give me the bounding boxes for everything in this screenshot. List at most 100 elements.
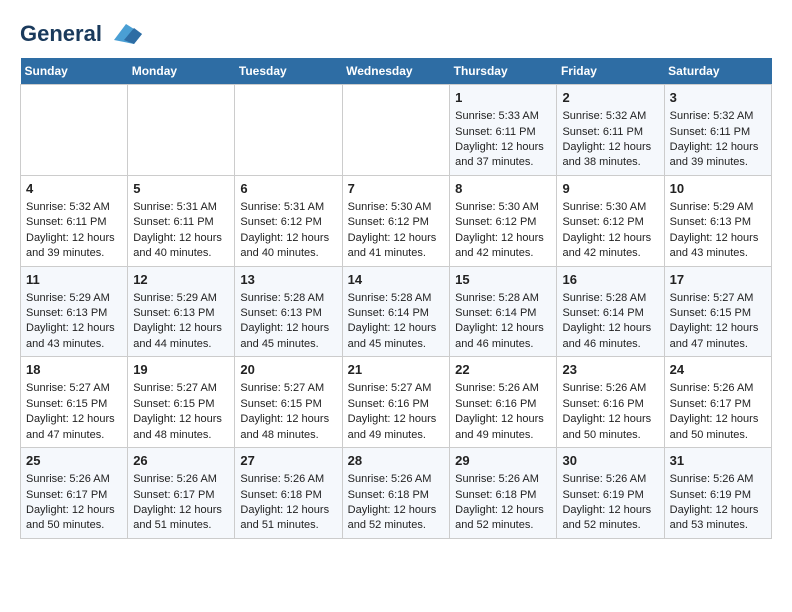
daylight-label: Daylight: 12 hours and 49 minutes.: [348, 413, 437, 440]
day-number: 27: [240, 452, 336, 470]
calendar-cell: 22 Sunrise: 5:26 AM Sunset: 6:16 PM Dayl…: [450, 357, 557, 448]
calendar-cell: 19 Sunrise: 5:27 AM Sunset: 6:15 PM Dayl…: [128, 357, 235, 448]
daylight-label: Daylight: 12 hours and 49 minutes.: [455, 413, 544, 440]
calendar-cell: 1 Sunrise: 5:33 AM Sunset: 6:11 PM Dayli…: [450, 85, 557, 176]
calendar-cell: 9 Sunrise: 5:30 AM Sunset: 6:12 PM Dayli…: [557, 175, 664, 266]
sunset-label: Sunset: 6:18 PM: [240, 489, 321, 501]
sunrise-label: Sunrise: 5:26 AM: [348, 473, 432, 485]
sunrise-label: Sunrise: 5:31 AM: [240, 201, 324, 213]
calendar-cell: 26 Sunrise: 5:26 AM Sunset: 6:17 PM Dayl…: [128, 448, 235, 539]
sunrise-label: Sunrise: 5:28 AM: [348, 292, 432, 304]
page-header: General: [20, 20, 772, 48]
daylight-label: Daylight: 12 hours and 50 minutes.: [26, 504, 115, 531]
daylight-label: Daylight: 12 hours and 48 minutes.: [133, 413, 222, 440]
sunset-label: Sunset: 6:12 PM: [348, 216, 429, 228]
calendar-cell: [235, 85, 342, 176]
calendar-table: SundayMondayTuesdayWednesdayThursdayFrid…: [20, 58, 772, 539]
daylight-label: Daylight: 12 hours and 41 minutes.: [348, 232, 437, 259]
sunset-label: Sunset: 6:15 PM: [26, 398, 107, 410]
sunset-label: Sunset: 6:17 PM: [133, 489, 214, 501]
calendar-cell: 17 Sunrise: 5:27 AM Sunset: 6:15 PM Dayl…: [664, 266, 771, 357]
header-thursday: Thursday: [450, 58, 557, 85]
day-number: 29: [455, 452, 551, 470]
day-number: 7: [348, 180, 445, 198]
daylight-label: Daylight: 12 hours and 51 minutes.: [133, 504, 222, 531]
sunrise-label: Sunrise: 5:28 AM: [455, 292, 539, 304]
day-number: 19: [133, 361, 229, 379]
calendar-cell: 3 Sunrise: 5:32 AM Sunset: 6:11 PM Dayli…: [664, 85, 771, 176]
calendar-cell: 5 Sunrise: 5:31 AM Sunset: 6:11 PM Dayli…: [128, 175, 235, 266]
sunset-label: Sunset: 6:17 PM: [670, 398, 751, 410]
sunset-label: Sunset: 6:11 PM: [562, 126, 643, 138]
sunset-label: Sunset: 6:11 PM: [455, 126, 536, 138]
daylight-label: Daylight: 12 hours and 46 minutes.: [562, 322, 651, 349]
daylight-label: Daylight: 12 hours and 52 minutes.: [562, 504, 651, 531]
day-number: 24: [670, 361, 766, 379]
daylight-label: Daylight: 12 hours and 45 minutes.: [240, 322, 329, 349]
day-number: 28: [348, 452, 445, 470]
calendar-cell: 18 Sunrise: 5:27 AM Sunset: 6:15 PM Dayl…: [21, 357, 128, 448]
sunrise-label: Sunrise: 5:26 AM: [133, 473, 217, 485]
sunset-label: Sunset: 6:13 PM: [240, 307, 321, 319]
calendar-cell: [128, 85, 235, 176]
calendar-cell: 4 Sunrise: 5:32 AM Sunset: 6:11 PM Dayli…: [21, 175, 128, 266]
calendar-cell: 25 Sunrise: 5:26 AM Sunset: 6:17 PM Dayl…: [21, 448, 128, 539]
sunset-label: Sunset: 6:18 PM: [348, 489, 429, 501]
sunrise-label: Sunrise: 5:26 AM: [455, 382, 539, 394]
sunrise-label: Sunrise: 5:28 AM: [240, 292, 324, 304]
sunrise-label: Sunrise: 5:26 AM: [26, 473, 110, 485]
calendar-cell: [342, 85, 450, 176]
daylight-label: Daylight: 12 hours and 52 minutes.: [455, 504, 544, 531]
sunrise-label: Sunrise: 5:30 AM: [348, 201, 432, 213]
day-number: 2: [562, 89, 658, 107]
sunrise-label: Sunrise: 5:26 AM: [240, 473, 324, 485]
calendar-cell: 15 Sunrise: 5:28 AM Sunset: 6:14 PM Dayl…: [450, 266, 557, 357]
header-tuesday: Tuesday: [235, 58, 342, 85]
day-number: 8: [455, 180, 551, 198]
sunset-label: Sunset: 6:14 PM: [455, 307, 536, 319]
sunset-label: Sunset: 6:15 PM: [133, 398, 214, 410]
daylight-label: Daylight: 12 hours and 47 minutes.: [670, 322, 759, 349]
sunset-label: Sunset: 6:16 PM: [455, 398, 536, 410]
daylight-label: Daylight: 12 hours and 39 minutes.: [26, 232, 115, 259]
day-number: 14: [348, 271, 445, 289]
sunrise-label: Sunrise: 5:26 AM: [670, 382, 754, 394]
sunrise-label: Sunrise: 5:30 AM: [455, 201, 539, 213]
sunset-label: Sunset: 6:11 PM: [133, 216, 214, 228]
week-row-2: 4 Sunrise: 5:32 AM Sunset: 6:11 PM Dayli…: [21, 175, 772, 266]
sunrise-label: Sunrise: 5:30 AM: [562, 201, 646, 213]
sunset-label: Sunset: 6:19 PM: [670, 489, 751, 501]
daylight-label: Daylight: 12 hours and 46 minutes.: [455, 322, 544, 349]
sunset-label: Sunset: 6:14 PM: [348, 307, 429, 319]
calendar-cell: 14 Sunrise: 5:28 AM Sunset: 6:14 PM Dayl…: [342, 266, 450, 357]
sunset-label: Sunset: 6:12 PM: [562, 216, 643, 228]
day-number: 21: [348, 361, 445, 379]
day-number: 10: [670, 180, 766, 198]
calendar-cell: 23 Sunrise: 5:26 AM Sunset: 6:16 PM Dayl…: [557, 357, 664, 448]
sunset-label: Sunset: 6:15 PM: [240, 398, 321, 410]
sunset-label: Sunset: 6:11 PM: [670, 126, 751, 138]
day-number: 20: [240, 361, 336, 379]
calendar-cell: 11 Sunrise: 5:29 AM Sunset: 6:13 PM Dayl…: [21, 266, 128, 357]
sunset-label: Sunset: 6:12 PM: [455, 216, 536, 228]
daylight-label: Daylight: 12 hours and 40 minutes.: [240, 232, 329, 259]
calendar-cell: 21 Sunrise: 5:27 AM Sunset: 6:16 PM Dayl…: [342, 357, 450, 448]
sunrise-label: Sunrise: 5:26 AM: [670, 473, 754, 485]
logo-icon: [106, 20, 142, 48]
day-number: 3: [670, 89, 766, 107]
calendar-cell: 12 Sunrise: 5:29 AM Sunset: 6:13 PM Dayl…: [128, 266, 235, 357]
calendar-cell: 28 Sunrise: 5:26 AM Sunset: 6:18 PM Dayl…: [342, 448, 450, 539]
sunset-label: Sunset: 6:14 PM: [562, 307, 643, 319]
calendar-cell: 13 Sunrise: 5:28 AM Sunset: 6:13 PM Dayl…: [235, 266, 342, 357]
header-sunday: Sunday: [21, 58, 128, 85]
day-number: 5: [133, 180, 229, 198]
header-monday: Monday: [128, 58, 235, 85]
week-row-5: 25 Sunrise: 5:26 AM Sunset: 6:17 PM Dayl…: [21, 448, 772, 539]
week-row-1: 1 Sunrise: 5:33 AM Sunset: 6:11 PM Dayli…: [21, 85, 772, 176]
day-number: 4: [26, 180, 122, 198]
day-number: 23: [562, 361, 658, 379]
calendar-cell: 8 Sunrise: 5:30 AM Sunset: 6:12 PM Dayli…: [450, 175, 557, 266]
calendar-cell: 31 Sunrise: 5:26 AM Sunset: 6:19 PM Dayl…: [664, 448, 771, 539]
calendar-cell: 2 Sunrise: 5:32 AM Sunset: 6:11 PM Dayli…: [557, 85, 664, 176]
day-number: 31: [670, 452, 766, 470]
